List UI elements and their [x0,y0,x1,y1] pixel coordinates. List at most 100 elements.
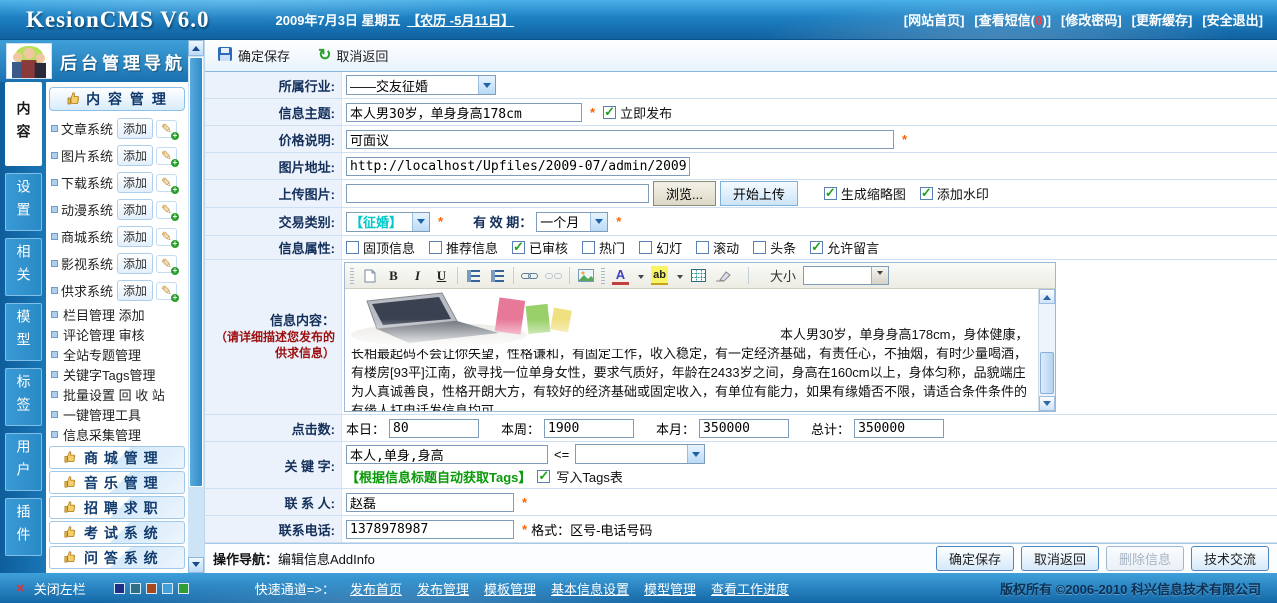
chevron-down-icon[interactable] [687,445,704,463]
sidebar-tab-users[interactable]: 用户 [5,433,42,491]
sidebar-tab-related[interactable]: 相关 [5,238,42,296]
toolbar-grip-icon[interactable] [601,268,605,284]
sidebar-group-music-mgmt[interactable]: 音 乐 管 理 [49,471,185,494]
validity-select[interactable]: 一个月 [536,212,608,232]
sidebar-tab-plugins[interactable]: 插件 [5,498,42,556]
sidebar-group-job-mgmt[interactable]: 招 聘 求 职 [49,496,185,519]
theme-swatch-blue[interactable] [162,583,173,594]
sidebar-item-site-topic-mgmt[interactable]: 全站专题管理 [48,344,186,364]
checkbox-headline[interactable] [753,241,766,254]
tech-support-button[interactable]: 技术交流 [1191,546,1269,571]
sidebar-tab-settings[interactable]: 设置 [5,173,42,231]
write-tags-checkbox[interactable] [537,470,550,483]
contact-input[interactable] [346,493,514,512]
link-change-password[interactable]: [修改密码] [1061,10,1122,29]
checkbox-scroll[interactable] [696,241,709,254]
keywords-input[interactable] [346,445,548,464]
chevron-down-icon[interactable] [677,275,683,282]
sidebar-group-mall-mgmt[interactable]: 商 城 管 理 [49,446,185,469]
add-button[interactable]: 添加 [117,280,153,301]
font-color-icon[interactable]: A [612,266,629,285]
edit-add-icon[interactable]: ✎+ [156,120,177,138]
scrollbar-thumb[interactable] [1040,352,1054,394]
checkbox-recommended[interactable] [429,241,442,254]
link-refresh-cache[interactable]: [更新缓存] [1132,10,1193,29]
menu-header-content-mgmt[interactable]: 内 容 管 理 [49,87,185,111]
auto-tags-hint[interactable]: 【根据信息标题自动获取Tags】 [346,467,531,486]
anime-system-link[interactable]: 动漫系统 [61,200,113,219]
underline-icon[interactable]: U [433,266,450,285]
cancel-return-button[interactable]: 取消返回 [1021,546,1099,571]
clicks-month-input[interactable] [699,419,789,438]
ordered-list-icon[interactable] [465,266,482,285]
quick-link-publish-mgmt[interactable]: 发布管理 [417,579,469,598]
link-logout[interactable]: [安全退出] [1202,10,1263,29]
add-button[interactable]: 添加 [117,172,153,193]
unordered-list-icon[interactable] [489,266,506,285]
industry-select[interactable]: ——交友征婚 [346,75,496,95]
edit-add-icon[interactable]: ✎+ [156,255,177,273]
sidebar-tab-content[interactable]: 内容 [5,82,42,166]
delete-info-button[interactable]: 删除信息 [1106,546,1184,571]
image-system-link[interactable]: 图片系统 [61,146,113,165]
sidebar-item-category-mgmt[interactable]: 栏目管理 添加 [48,304,186,324]
quick-link-template-mgmt[interactable]: 模板管理 [484,579,536,598]
editor-scrollbar[interactable] [1038,289,1055,411]
price-input[interactable] [346,130,894,149]
confirm-save-button[interactable]: 确定保存 [936,546,1014,571]
edit-add-icon[interactable]: ✎+ [156,174,177,192]
close-icon[interactable]: × [16,580,25,597]
image-url-input[interactable] [346,157,690,176]
edit-add-icon[interactable]: ✎+ [156,201,177,219]
link-site-home[interactable]: [网站首页] [904,10,965,29]
close-left-panel[interactable]: 关闭左栏 [34,579,86,598]
edit-add-icon[interactable]: ✎+ [156,147,177,165]
sidebar-scrollbar[interactable] [188,40,204,573]
editor-canvas[interactable]: 本人男30岁，单身身高178cm，身体健康，长相最起码不会让你失望，性格谦和，有… [345,289,1055,411]
chevron-down-icon[interactable] [412,213,429,231]
download-system-link[interactable]: 下载系统 [61,173,113,192]
sidebar-tab-model[interactable]: 模型 [5,303,42,361]
scroll-down-arrow-icon[interactable] [188,557,204,573]
insert-image-icon[interactable] [577,266,594,285]
font-size-select[interactable] [803,266,889,285]
add-button[interactable]: 添加 [117,118,153,139]
sidebar-group-qa-system[interactable]: 问 答 系 统 [49,546,185,569]
thumbnail-checkbox[interactable] [824,187,837,200]
chevron-down-icon[interactable] [638,275,644,282]
lunar-date[interactable]: 【农历 -5月11日】 [407,13,514,28]
quick-link-publish-home[interactable]: 发布首页 [350,579,402,598]
scrollbar-thumb[interactable] [189,57,203,487]
quick-link-model-mgmt[interactable]: 模型管理 [644,579,696,598]
link-icon[interactable] [521,266,538,285]
sidebar-tab-tags[interactable]: 标签 [5,368,42,426]
phone-input[interactable] [346,520,514,539]
sidebar-item-onekey-tools[interactable]: 一键管理工具 [48,404,186,424]
clicks-week-input[interactable] [544,419,634,438]
upload-file-input[interactable] [346,184,649,203]
scroll-up-arrow-icon[interactable] [188,40,204,56]
chevron-down-icon[interactable] [590,213,607,231]
new-doc-icon[interactable] [361,266,378,285]
chevron-down-icon[interactable] [478,76,495,94]
trade-type-select[interactable]: 【征婚】 [346,212,430,232]
mall-system-link[interactable]: 商城系统 [61,227,113,246]
video-system-link[interactable]: 影视系统 [61,254,113,273]
add-button[interactable]: 添加 [117,226,153,247]
checkbox-allow-comments[interactable] [810,241,823,254]
highlight-icon[interactable]: ab [651,266,668,285]
checkbox-hot[interactable] [582,241,595,254]
quick-link-work-progress[interactable]: 查看工作进度 [711,579,789,598]
edit-add-icon[interactable]: ✎+ [156,228,177,246]
clicks-today-input[interactable] [389,419,479,438]
table-icon[interactable] [690,266,707,285]
italic-icon[interactable]: I [409,266,426,285]
sidebar-item-info-collect[interactable]: 信息采集管理 [48,424,186,444]
checkbox-slide[interactable] [639,241,652,254]
publish-now-checkbox[interactable] [603,106,616,119]
scroll-up-arrow-icon[interactable] [1039,289,1055,304]
theme-swatch-navy[interactable] [114,583,125,594]
add-button[interactable]: 添加 [117,199,153,220]
clicks-total-input[interactable] [854,419,944,438]
subject-input[interactable] [346,103,582,122]
